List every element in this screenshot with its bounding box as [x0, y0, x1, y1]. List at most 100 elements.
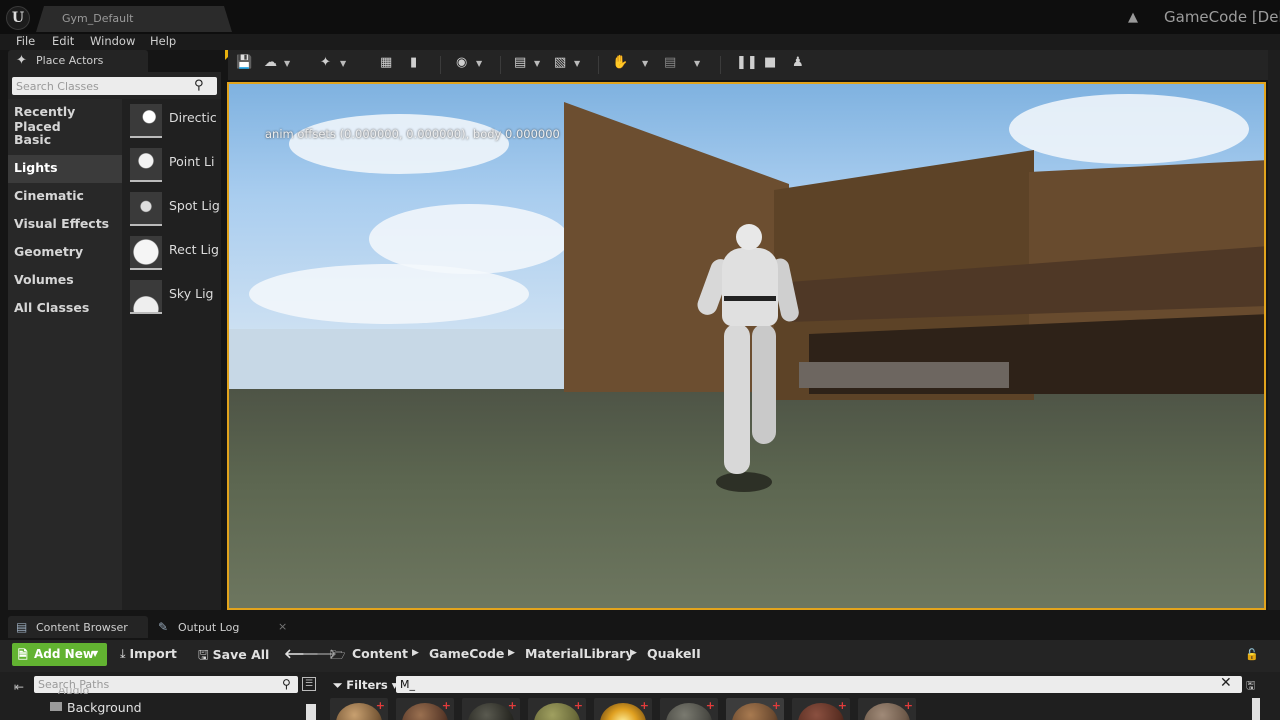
place-actors-icon: ✦	[16, 53, 27, 68]
character-leg	[724, 324, 750, 474]
tree-item-audio[interactable]: Audio	[58, 688, 89, 696]
level-tab-label: Gym_Default	[62, 12, 134, 25]
add-new-button[interactable]: 🗎 Add New ▼	[12, 643, 107, 666]
actor-label: Rect Lig	[169, 242, 219, 257]
tab-output-log[interactable]: ✎ Output Log ×	[150, 616, 290, 638]
modes-icon[interactable]: ✦	[320, 55, 331, 75]
chevron-down-icon[interactable]: ▼	[534, 59, 540, 68]
save-search-icon[interactable]: 🖫	[1246, 677, 1255, 696]
tree-scrollbar[interactable]	[306, 704, 316, 720]
category-all-classes[interactable]: All Classes	[8, 295, 122, 323]
save-icon[interactable]: 💾	[236, 55, 252, 75]
menu-window[interactable]: Window	[90, 34, 135, 48]
chevron-right-icon[interactable]: ▶	[412, 648, 419, 658]
blueprints-icon[interactable]: ▮	[410, 55, 417, 75]
add-document-icon: 🗎	[18, 648, 28, 662]
compile-icon[interactable]: ▧	[554, 55, 566, 75]
breadcrumb-quakeii[interactable]: QuakeII	[647, 646, 701, 661]
play-icon[interactable]: ✋	[612, 55, 628, 75]
tab-place-actors[interactable]: ✦ Place Actors	[8, 50, 148, 72]
source-control-status-icon[interactable]: ▲	[1128, 10, 1144, 25]
launch-icon[interactable]: ▤	[664, 55, 676, 75]
asset-tile[interactable]: +	[594, 698, 652, 720]
horizon	[229, 329, 564, 391]
cloud	[1009, 94, 1249, 164]
breadcrumb-content[interactable]: Content	[352, 646, 408, 661]
chevron-down-icon[interactable]: ▼	[694, 59, 700, 68]
breadcrumb-materiallibrary[interactable]: MaterialLibrary	[525, 646, 634, 661]
actor-item-point-light[interactable]: Point Li	[122, 144, 221, 188]
chevron-down-icon[interactable]: ▼	[340, 59, 346, 68]
details-panel-edge[interactable]	[1268, 50, 1280, 610]
asset-tile[interactable]: +	[462, 698, 520, 720]
content-icon[interactable]: ▦	[380, 55, 392, 75]
menu-bar: File Edit Window Help	[0, 34, 1280, 50]
lock-icon[interactable]: 🔓	[1245, 648, 1259, 661]
chevron-down-icon[interactable]: ▼	[476, 59, 482, 68]
category-recently-placed[interactable]: Recently Placed	[8, 99, 122, 134]
toolbar-divider	[440, 56, 441, 74]
search-icon[interactable]: ⚲	[282, 677, 291, 691]
asset-tile[interactable]: +	[858, 698, 916, 720]
cinematics-icon[interactable]: ◉	[456, 55, 467, 75]
menu-edit[interactable]: Edit	[52, 34, 74, 48]
plus-icon: +	[441, 699, 451, 712]
asset-scrollbar[interactable]	[1252, 698, 1260, 720]
import-label: Import	[129, 646, 177, 661]
eject-icon[interactable]: ♟	[792, 55, 804, 75]
clear-search-icon[interactable]: ✕	[1220, 675, 1232, 691]
source-control-icon[interactable]: ☁	[264, 55, 277, 75]
actor-item-spot-light[interactable]: Spot Lig	[122, 188, 221, 232]
category-geometry[interactable]: Geometry	[8, 239, 122, 267]
actor-item-sky-light[interactable]: Sky Lig	[122, 276, 221, 320]
unreal-logo-icon[interactable]: U	[6, 6, 30, 30]
category-volumes[interactable]: Volumes	[8, 267, 122, 295]
plus-icon: +	[507, 699, 517, 712]
point-light-icon	[130, 148, 162, 182]
tab-output-log-label: Output Log	[178, 621, 240, 634]
asset-tile[interactable]: +	[528, 698, 586, 720]
asset-tile[interactable]: +	[330, 698, 388, 720]
asset-tile[interactable]: +	[726, 698, 784, 720]
save-all-button[interactable]: 🖫 Save All	[198, 646, 269, 667]
category-basic[interactable]: Basic	[8, 127, 122, 155]
actor-item-directional-light[interactable]: Directic	[122, 100, 221, 144]
category-cinematic[interactable]: Cinematic	[8, 183, 122, 211]
tab-content-browser[interactable]: ▤ Content Browser	[8, 616, 148, 638]
asset-search-input[interactable]	[396, 676, 1242, 693]
asset-tile[interactable]: +	[792, 698, 850, 720]
menu-help[interactable]: Help	[150, 34, 176, 48]
filters-button[interactable]: ⏷ Filters ▾	[333, 678, 398, 693]
asset-tile[interactable]: +	[396, 698, 454, 720]
pause-icon[interactable]: ❚❚	[736, 55, 758, 75]
sources-toggle-icon[interactable]: ⇤	[14, 680, 24, 694]
category-visual-effects[interactable]: Visual Effects	[8, 211, 122, 239]
search-classes-input[interactable]	[12, 77, 217, 95]
toolbar-divider	[598, 56, 599, 74]
category-lights[interactable]: Lights	[8, 155, 122, 183]
plus-icon: +	[705, 699, 715, 712]
level-tab[interactable]: Gym_Default	[36, 6, 232, 32]
level-viewport[interactable]: anim offsets (0.000000, 0.000000), body …	[227, 82, 1266, 610]
actor-item-rect-light[interactable]: Rect Lig	[122, 232, 221, 276]
chevron-down-icon[interactable]: ▼	[642, 59, 648, 68]
view-options-icon[interactable]: ☰	[302, 677, 316, 691]
import-icon: ⤓	[120, 646, 126, 661]
add-new-label: Add New	[34, 647, 94, 661]
stop-icon[interactable]: ■	[764, 55, 776, 75]
menu-file[interactable]: File	[16, 34, 35, 48]
spot-light-icon	[130, 192, 162, 226]
chevron-down-icon[interactable]: ▼	[284, 59, 290, 68]
search-icon[interactable]: ⚲	[194, 78, 204, 93]
chevron-right-icon[interactable]: ▶	[508, 648, 515, 658]
import-button[interactable]: ⤓ Import	[120, 646, 177, 662]
build-icon[interactable]: ▤	[514, 55, 526, 75]
close-icon[interactable]: ×	[278, 620, 287, 633]
breadcrumb-gamecode[interactable]: GameCode	[429, 646, 504, 661]
content-browser-toolbar: 🗎 Add New ▼ ⤓ Import 🖫 Save All 🡐 🡒 🗁 Cont…	[0, 640, 1280, 672]
asset-tile[interactable]: +	[660, 698, 718, 720]
tree-item-background[interactable]: Background	[67, 700, 142, 715]
plus-icon: +	[639, 699, 649, 712]
chevron-right-icon[interactable]: ▶	[630, 648, 637, 658]
chevron-down-icon[interactable]: ▼	[574, 59, 580, 68]
